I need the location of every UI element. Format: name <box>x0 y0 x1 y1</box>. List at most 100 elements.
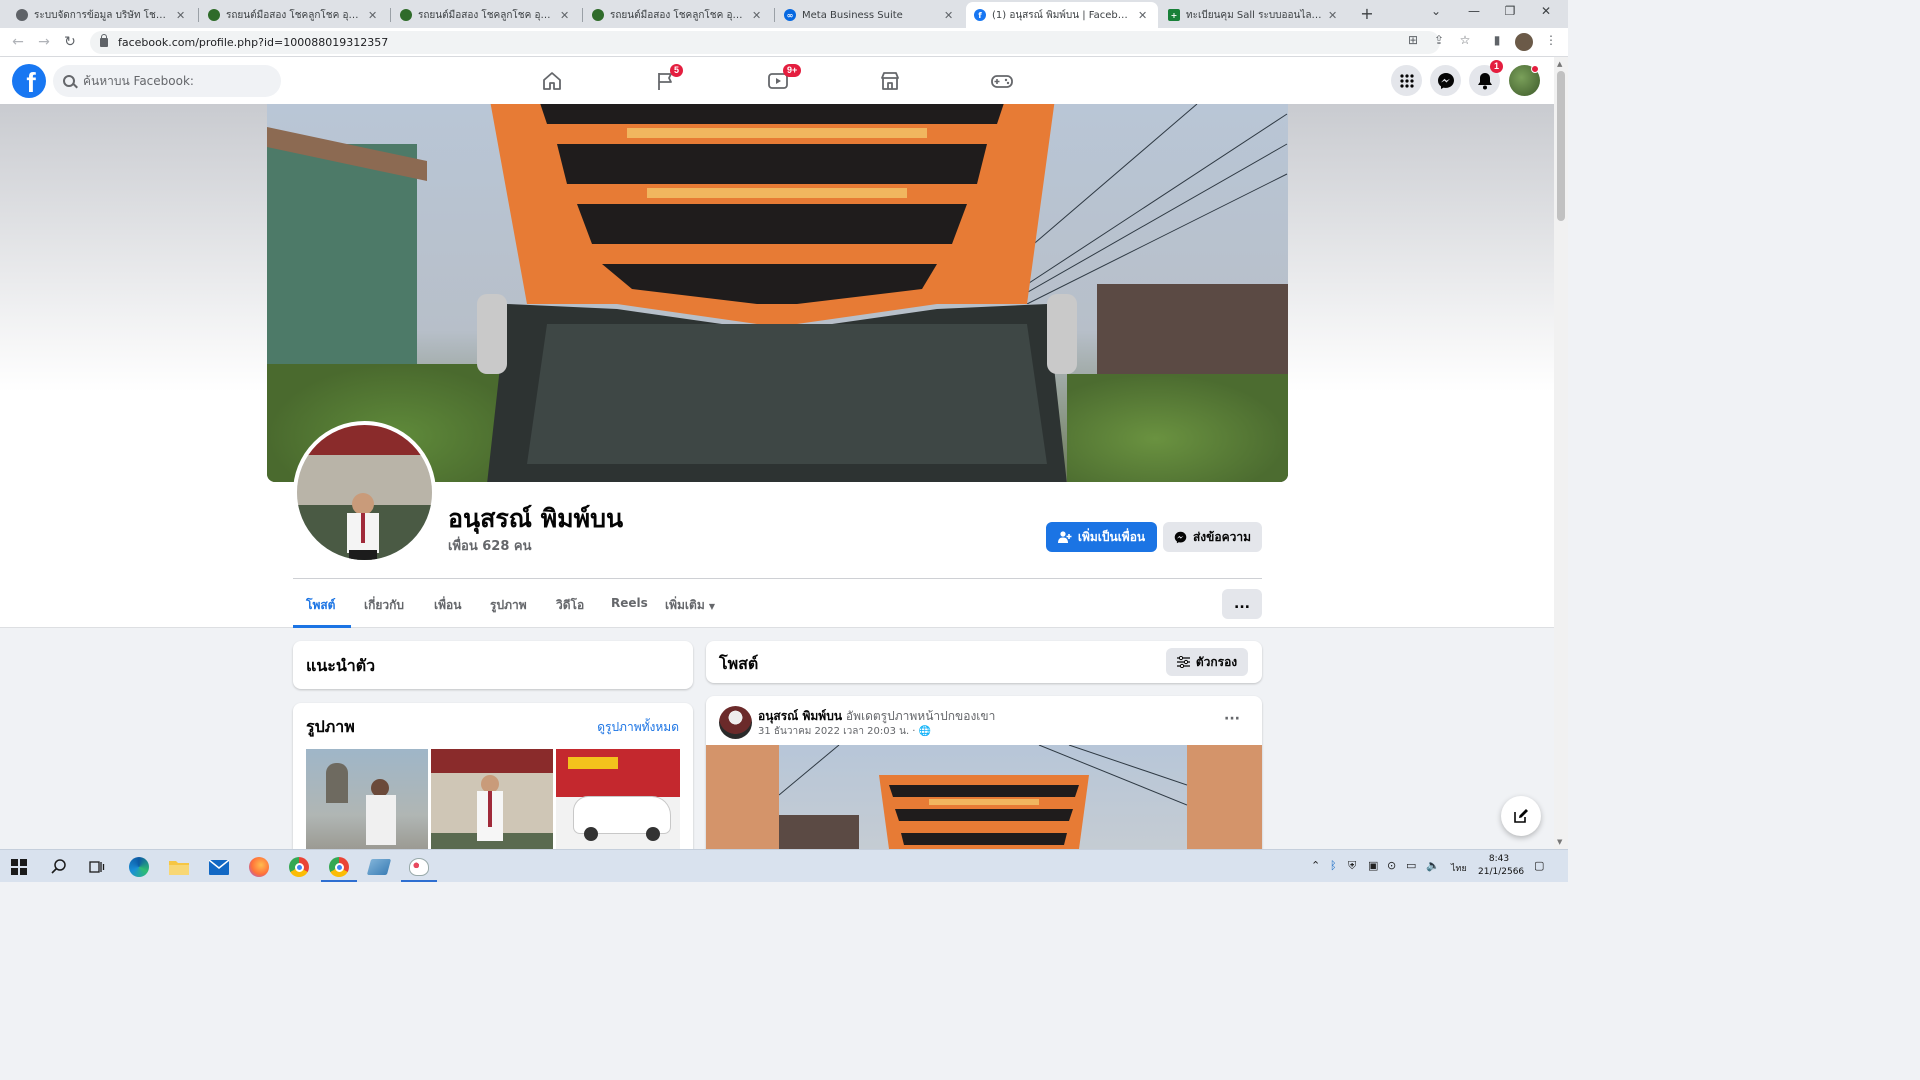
close-icon[interactable]: ✕ <box>560 9 572 22</box>
tab-more-label: เพิ่มเติม <box>665 598 705 612</box>
marketplace-store-icon[interactable] <box>876 67 904 95</box>
tab-videos[interactable]: วิดีโอ <box>556 596 584 615</box>
messenger-icon[interactable] <box>1430 65 1461 96</box>
scroll-down-icon[interactable]: ▼ <box>1557 838 1562 846</box>
home-icon[interactable] <box>538 67 566 95</box>
post-date[interactable]: 31 ธันวาคม 2022 เวลา 20:03 น. · 🌐 <box>758 724 931 739</box>
browser-tab[interactable]: รถยนต์มือสอง โชคลูกโชค อุดรธานี ✕ <box>584 2 772 28</box>
caret-down-icon: ▼ <box>708 602 716 611</box>
browser-tab[interactable]: รถยนต์มือสอง โชคลูกโชค อุดรธานี ✕ <box>392 2 580 28</box>
browser-tab[interactable]: ∞ Meta Business Suite ✕ <box>776 2 964 28</box>
browser-profile-avatar[interactable] <box>1515 33 1533 51</box>
tab-more[interactable]: เพิ่มเติม ▼ <box>665 596 715 615</box>
post-author-name[interactable]: อนุสรณ์ พิมพ์บน <box>758 709 842 723</box>
tab-posts[interactable]: โพสต์ <box>306 596 335 615</box>
browser-tab[interactable]: + ทะเบียนคุม Sall ระบบออนไลน์.xlsx - ✕ <box>1160 2 1348 28</box>
back-icon[interactable]: ← <box>10 34 26 50</box>
taskbar-clock[interactable]: 8:43 21/1/2566 <box>1478 853 1524 879</box>
edge-browser-icon[interactable] <box>128 856 150 878</box>
chrome-icon[interactable] <box>288 856 310 878</box>
new-tab-button[interactable]: + <box>1358 4 1376 23</box>
network-icon[interactable]: ▭ <box>1406 859 1416 872</box>
input-language[interactable]: ไทย <box>1451 861 1467 875</box>
close-icon[interactable]: ✕ <box>752 9 764 22</box>
tab-reels[interactable]: Reels <box>611 596 648 610</box>
paint-app-icon[interactable] <box>408 856 430 878</box>
facebook-search-input[interactable]: ค้นหาบน Facebook: <box>53 65 281 97</box>
reload-icon[interactable]: ↻ <box>62 34 78 50</box>
url-field[interactable]: facebook.com/profile.php?id=100088019312… <box>90 31 1440 54</box>
minimize-button[interactable]: — <box>1464 4 1484 18</box>
menu-grid-icon[interactable] <box>1391 65 1422 96</box>
gaming-gamepad-icon[interactable] <box>988 67 1016 95</box>
facebook-header: f ค้นหาบน Facebook: 5 9+ 1 <box>0 57 1554 104</box>
url-text: facebook.com/profile.php?id=100088019312… <box>118 36 389 49</box>
page-scrollbar[interactable]: ▲ ▼ <box>1554 57 1568 849</box>
post-author-avatar[interactable] <box>719 706 752 739</box>
tab-photos[interactable]: รูปภาพ <box>490 596 527 615</box>
tray-app-icon[interactable]: ⊙ <box>1387 859 1396 872</box>
close-icon[interactable]: ✕ <box>1328 9 1340 22</box>
tab-search-icon[interactable]: ⌄ <box>1426 4 1446 18</box>
close-window-button[interactable]: ✕ <box>1536 4 1556 18</box>
tab-friends[interactable]: เพื่อน <box>434 596 461 615</box>
close-icon[interactable]: ✕ <box>1138 9 1150 22</box>
file-explorer-icon[interactable] <box>168 856 190 878</box>
clock-time: 8:43 <box>1488 854 1510 864</box>
send-message-button[interactable]: ส่งข้อความ <box>1163 522 1262 552</box>
app-tablet-icon[interactable] <box>366 856 392 878</box>
tray-chevron-icon[interactable]: ⌃ <box>1311 859 1320 872</box>
filter-button[interactable]: ตัวกรอง <box>1166 648 1248 676</box>
chrome-profile-icon[interactable] <box>328 856 350 878</box>
post-options-icon[interactable]: ··· <box>1224 711 1240 727</box>
windows-start-icon[interactable] <box>8 856 30 878</box>
security-shield-icon[interactable]: ⛨ <box>1348 859 1356 873</box>
see-all-photos-link[interactable]: ดูรูปภาพทั้งหมด <box>597 718 679 737</box>
close-icon[interactable]: ✕ <box>176 9 188 22</box>
menu-icon[interactable]: ⋮ <box>1542 33 1560 47</box>
device-icon[interactable]: ▣ <box>1368 859 1378 872</box>
browser-tab[interactable]: รถยนต์มือสอง โชคลูกโชค อุดรธานี ✕ <box>200 2 388 28</box>
bluetooth-icon[interactable]: ᛒ <box>1330 859 1337 872</box>
notification-center-icon[interactable]: ▢ <box>1534 859 1544 872</box>
tab-title: รถยนต์มือสอง โชคลูกโชค อุดรธานี <box>418 9 554 21</box>
forward-icon[interactable]: → <box>36 34 52 50</box>
post-image[interactable] <box>706 745 1262 849</box>
volume-muted-icon[interactable]: 🔈 <box>1426 859 1440 872</box>
profile-more-options-button[interactable]: ... <box>1222 589 1262 619</box>
share-icon[interactable]: ⇪ <box>1430 33 1448 47</box>
new-message-compose-button[interactable] <box>1501 796 1541 836</box>
profile-picture[interactable] <box>293 421 436 564</box>
post-action-text: อัพเดตรูปภาพหน้าปกของเขา <box>845 709 996 723</box>
firefox-icon[interactable] <box>248 856 270 878</box>
photo-thumbnail[interactable] <box>556 749 680 863</box>
browser-tab-active[interactable]: f (1) อนุสรณ์ พิมพ์บน | Facebook ✕ <box>966 2 1158 28</box>
facebook-logo[interactable]: f <box>12 64 46 98</box>
photo-thumbnail[interactable] <box>431 749 553 863</box>
public-globe-icon: 🌐 <box>918 726 932 737</box>
tab-title: Meta Business Suite <box>802 9 903 21</box>
side-panel-icon[interactable]: ▮ <box>1488 33 1506 47</box>
restore-button[interactable]: ❐ <box>1500 4 1520 18</box>
friend-count[interactable]: เพื่อน 628 คน <box>448 535 531 556</box>
browser-tab[interactable]: ระบบจัดการข้อมูล บริษัท โชคลูกโชค ✕ <box>8 2 196 28</box>
sheets-icon: + <box>1168 9 1180 21</box>
profile-header: อนุสรณ์ พิมพ์บน เพื่อน 628 คน เพิ่มเป็นเ… <box>0 104 1554 628</box>
scrollbar-thumb[interactable] <box>1557 71 1565 221</box>
close-icon[interactable]: ✕ <box>368 9 380 22</box>
pages-badge: 5 <box>670 64 684 77</box>
photo-thumbnail[interactable] <box>306 749 428 863</box>
mail-icon[interactable] <box>208 856 230 878</box>
watch-badge: 9+ <box>783 64 802 77</box>
bookmark-star-icon[interactable]: ☆ <box>1456 33 1474 47</box>
add-friend-button[interactable]: เพิ่มเป็นเพื่อน <box>1046 522 1157 552</box>
task-view-icon[interactable] <box>86 856 108 878</box>
browser-tab-bar: ระบบจัดการข้อมูล บริษัท โชคลูกโชค ✕ รถยน… <box>0 0 1568 28</box>
filter-label: ตัวกรอง <box>1195 654 1238 669</box>
scroll-up-icon[interactable]: ▲ <box>1557 60 1562 68</box>
translate-icon[interactable]: ⊞ <box>1404 33 1422 47</box>
tab-about[interactable]: เกี่ยวกับ <box>364 596 404 615</box>
intro-card: แนะนำตัว <box>293 641 693 689</box>
close-icon[interactable]: ✕ <box>944 9 956 22</box>
taskbar-search-icon[interactable] <box>48 856 70 878</box>
